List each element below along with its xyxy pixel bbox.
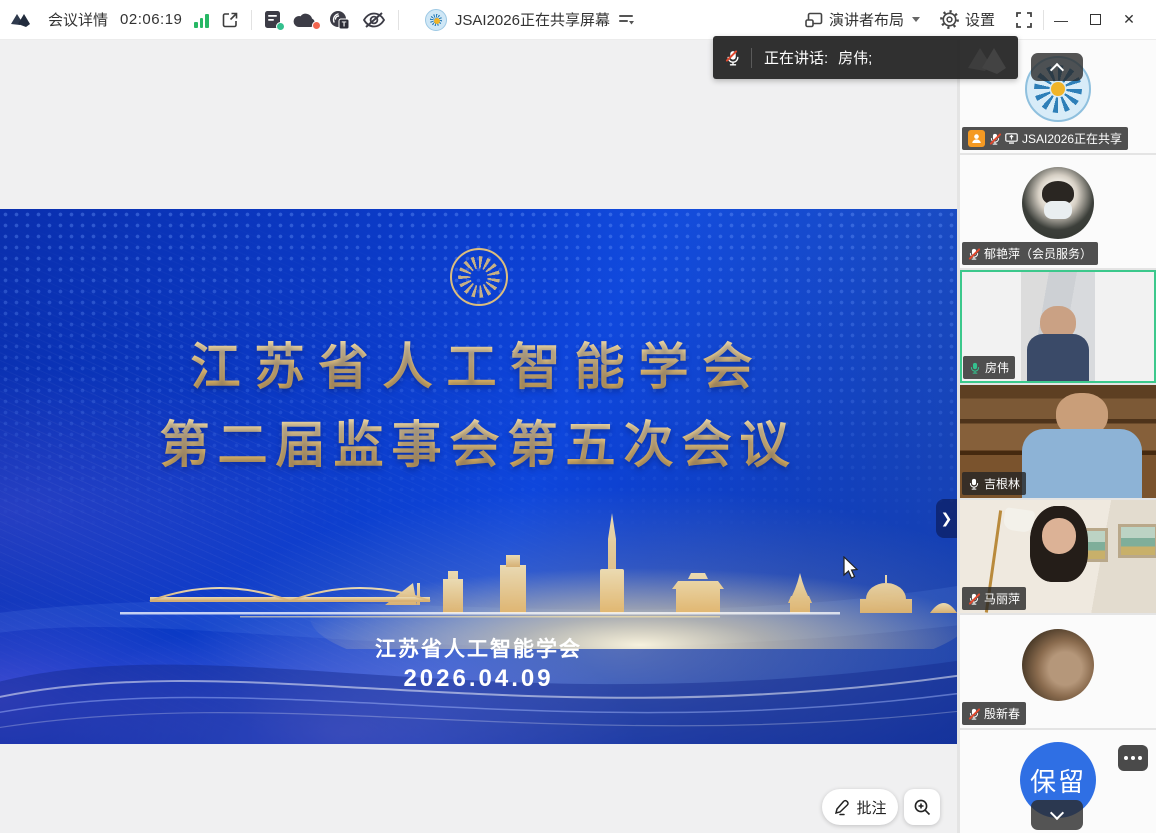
scroll-down-button[interactable] xyxy=(1031,800,1083,830)
participant-tile[interactable]: 殷新春 xyxy=(960,615,1156,728)
participant-tile[interactable]: 吉根林 xyxy=(960,385,1156,498)
slide-title-line1: 江苏省人工智能学会 xyxy=(0,327,957,399)
share-status: JSAI2026正在共享屏幕 xyxy=(425,9,634,31)
participant-tile-active-speaker[interactable]: 房伟 xyxy=(960,270,1156,383)
participant-name-tag: 房伟 xyxy=(963,356,1015,379)
participant-name-tag: 马丽萍 xyxy=(962,587,1026,610)
participant-name-tag: 殷新春 xyxy=(962,702,1026,725)
participant-avatar xyxy=(1022,167,1094,239)
settings-button[interactable]: 设置 xyxy=(930,0,1005,40)
toolbar-divider xyxy=(251,10,252,30)
watermark-logo-icon xyxy=(964,42,1012,79)
meeting-window: 会议详情 02:06:19 T J xyxy=(0,0,1156,833)
participant-avatar xyxy=(1022,629,1094,701)
mic-on-icon xyxy=(968,478,980,490)
participant-name-tag: JSAI2026正在共享 xyxy=(962,127,1128,150)
participants-sidebar: JSAI2026正在共享 郁艳萍（会员服务） 房伟 xyxy=(957,40,1156,833)
shared-screen-area: 江苏省人工智能学会 第二届监事会第五次会议 xyxy=(0,40,957,833)
muted-mic-icon xyxy=(725,50,741,66)
window-controls: — ✕ xyxy=(1044,0,1146,40)
minimize-button[interactable]: — xyxy=(1044,0,1078,40)
jsai-gold-emblem-icon xyxy=(450,248,508,306)
muted-mic-icon xyxy=(968,593,980,605)
recording-status-dot xyxy=(276,22,285,31)
participant-name: JSAI2026正在共享 xyxy=(1022,130,1122,147)
meeting-details-button[interactable]: 会议详情 xyxy=(48,9,108,30)
cloud-status-dot xyxy=(312,21,321,30)
share-status-text: JSAI2026正在共享屏幕 xyxy=(455,9,610,30)
recording-file-icon[interactable] xyxy=(264,10,281,29)
city-skyline-graphic xyxy=(0,509,957,649)
participant-tile[interactable]: 马丽萍 xyxy=(960,500,1156,613)
layout-selector-button[interactable]: 演讲者布局 xyxy=(795,0,930,40)
tencent-meeting-logo-icon xyxy=(10,11,36,29)
top-toolbar: 会议详情 02:06:19 T J xyxy=(0,0,1156,40)
sharer-avatar xyxy=(425,9,447,31)
scroll-up-button[interactable] xyxy=(1031,53,1083,81)
hide-view-eye-off-icon[interactable] xyxy=(362,10,386,30)
close-button[interactable]: ✕ xyxy=(1112,0,1146,40)
participant-name-tag: 郁艳萍（会员服务） xyxy=(962,242,1098,265)
participant-name: 郁艳萍（会员服务） xyxy=(984,245,1092,262)
maximize-button[interactable] xyxy=(1078,0,1112,40)
pen-icon xyxy=(833,799,850,816)
presentation-slide: 江苏省人工智能学会 第二届监事会第五次会议 xyxy=(0,209,957,744)
meeting-timer: 02:06:19 xyxy=(120,11,182,28)
slide-title-line2: 第二届监事会第五次会议 xyxy=(0,405,957,477)
chevron-down-icon xyxy=(912,17,920,22)
active-mic-icon xyxy=(969,362,981,374)
next-page-arrow[interactable]: ❯ xyxy=(936,499,957,538)
participant-name: 马丽萍 xyxy=(984,590,1020,607)
magnifier-plus-icon xyxy=(913,798,932,817)
annotate-label: 批注 xyxy=(856,797,886,818)
zoom-in-button[interactable] xyxy=(904,789,940,825)
participant-video xyxy=(1021,272,1095,381)
mouse-cursor xyxy=(842,556,859,580)
muted-mic-icon xyxy=(989,133,1001,145)
speaking-toast: 正在讲话: 房伟; xyxy=(713,36,1018,79)
participant-name: 吉根林 xyxy=(984,475,1020,492)
share-list-switch-icon[interactable] xyxy=(618,13,634,27)
settings-label: 设置 xyxy=(965,9,995,30)
annotate-button[interactable]: 批注 xyxy=(822,789,898,825)
speaking-prefix: 正在讲话: xyxy=(764,47,828,68)
layout-selector-label: 演讲者布局 xyxy=(829,9,904,30)
speaking-names: 房伟; xyxy=(838,47,872,68)
participant-name-tag: 吉根林 xyxy=(962,472,1026,495)
participant-tile[interactable]: 郁艳萍（会员服务） xyxy=(960,155,1156,268)
svg-text:T: T xyxy=(342,19,347,28)
open-in-new-window-icon[interactable] xyxy=(221,11,239,29)
participant-name: 房伟 xyxy=(985,359,1009,376)
muted-mic-icon xyxy=(968,248,980,260)
slide-footer-date: 2026.04.09 xyxy=(0,665,957,693)
cloud-icon[interactable] xyxy=(293,12,317,28)
participant-name: 殷新春 xyxy=(984,705,1020,722)
more-options-button[interactable] xyxy=(1118,745,1148,771)
member-badge-icon xyxy=(968,130,985,147)
network-signal-icon[interactable] xyxy=(194,12,209,28)
slide-footer-org: 江苏省人工智能学会 xyxy=(0,633,957,663)
muted-mic-icon xyxy=(968,708,980,720)
screen-share-icon xyxy=(1005,133,1018,144)
toolbar-divider xyxy=(398,10,399,30)
transcription-icon[interactable]: T xyxy=(329,10,350,30)
fullscreen-button[interactable] xyxy=(1005,0,1043,40)
toast-divider xyxy=(751,48,752,68)
